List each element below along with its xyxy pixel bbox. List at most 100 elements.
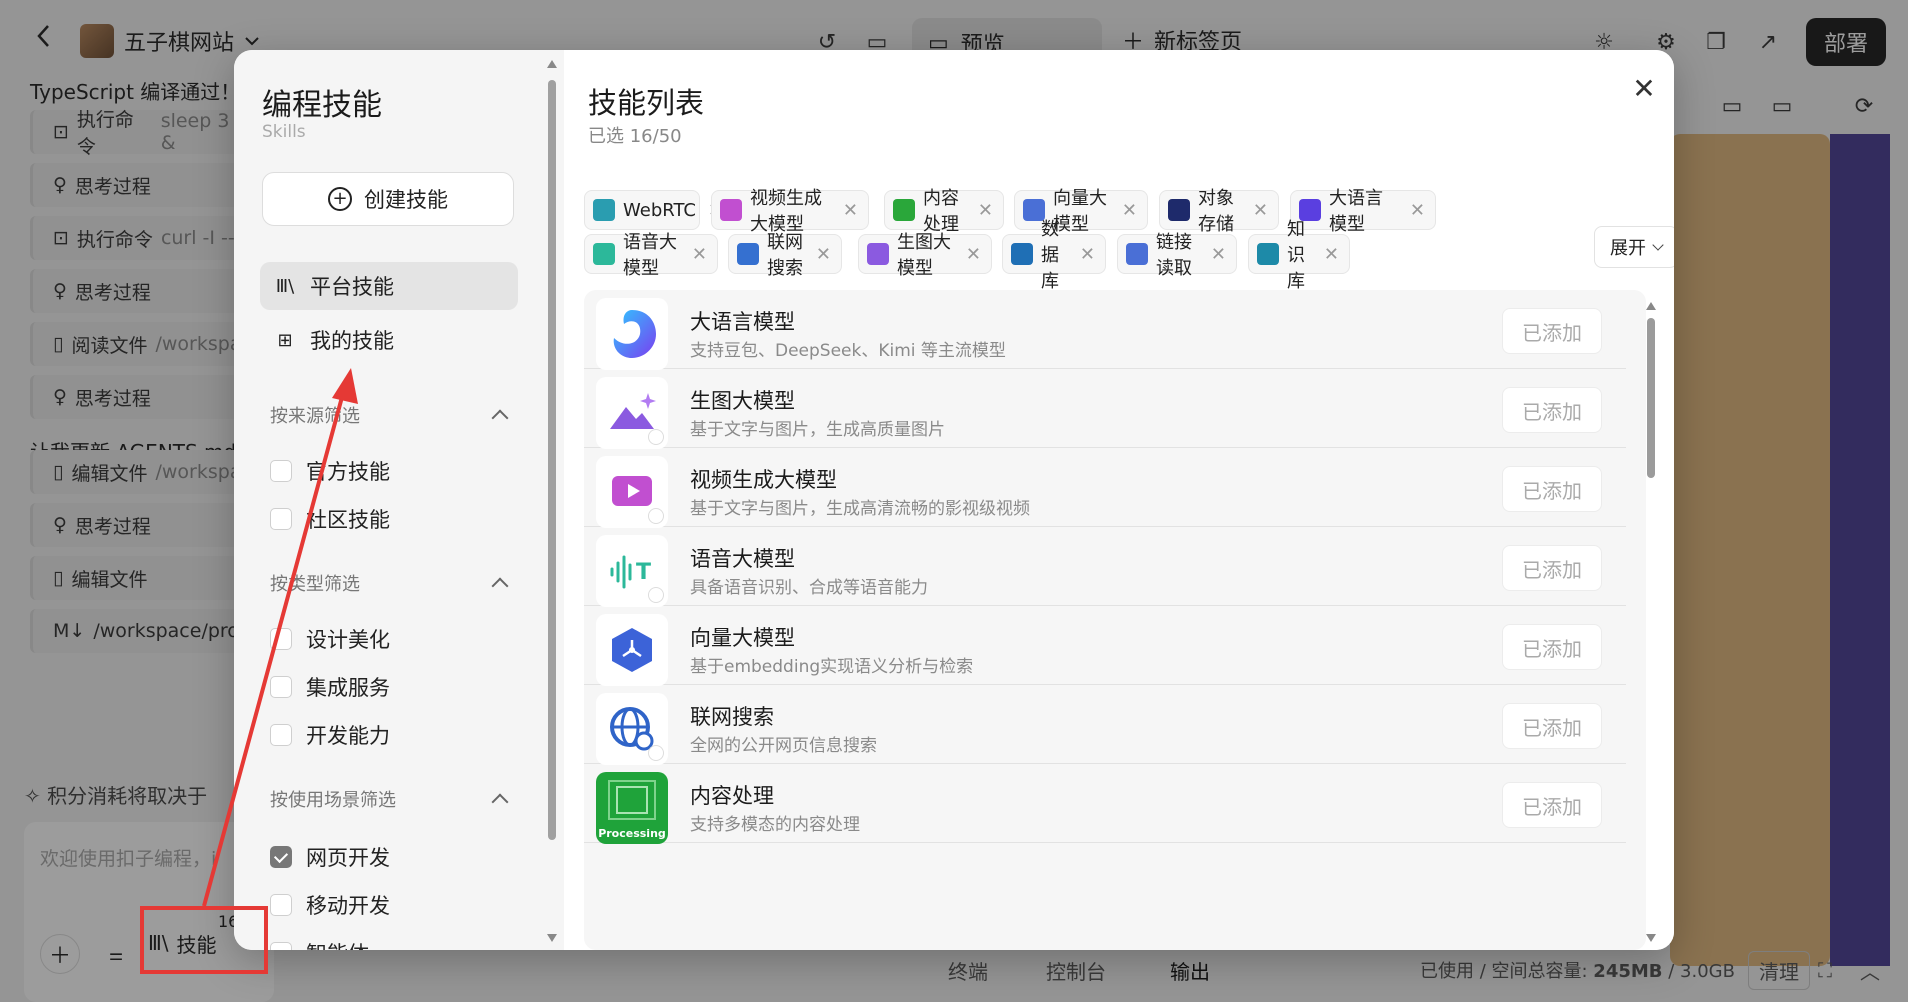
skill-row[interactable]: 大语言模型 支持豆包、DeepSeek、Kimi 等主流模型 已添加 — [584, 290, 1626, 370]
selected-count: 已选 16/50 — [588, 126, 682, 147]
sidebar-subtitle: Skills — [262, 122, 306, 142]
remove-tag-icon[interactable]: ✕ — [1410, 200, 1425, 221]
create-skill-label: 创建技能 — [364, 188, 448, 212]
checkbox[interactable] — [270, 942, 292, 950]
skill-row[interactable]: 视频生成大模型 基于文字与图片，生成高清流畅的影视级视频 已添加 — [584, 448, 1626, 528]
checkbox[interactable] — [270, 628, 292, 650]
sidebar-item-my-skills[interactable]: ⊞ 我的技能 — [260, 316, 518, 364]
web-search-icon — [596, 693, 668, 765]
provider-badge-icon — [648, 429, 664, 445]
filter-option-label: 移动开发 — [306, 894, 390, 918]
checkbox-checked[interactable] — [270, 846, 292, 868]
skill-tag-icon — [737, 243, 759, 265]
filter-option-dev[interactable]: 开发能力 — [270, 720, 390, 750]
sidebar-title: 编程技能 — [262, 88, 382, 123]
filter-type-header[interactable]: 按类型筛选 — [270, 570, 509, 596]
skill-added-button[interactable]: 已添加 — [1502, 466, 1602, 512]
skills-list-title: 技能列表 — [588, 86, 705, 120]
skill-tag[interactable]: 知识库 ✕ — [1248, 219, 1350, 292]
remove-tag-icon[interactable]: ✕ — [1080, 244, 1095, 265]
checkbox[interactable] — [270, 676, 292, 698]
skill-tag-label: 数据库 — [1041, 219, 1059, 292]
skill-tag-icon — [893, 199, 915, 221]
skill-description: 基于文字与图片，生成高清流畅的影视级视频 — [690, 499, 1030, 519]
checkbox[interactable] — [270, 508, 292, 530]
plus-square-icon: ⊞ — [277, 329, 293, 351]
close-icon[interactable]: ✕ — [1626, 70, 1662, 106]
filter-option-agent[interactable]: 智能体 — [270, 938, 369, 950]
skill-row[interactable]: T 语音大模型 具备语音识别、合成等语音能力 已添加 — [584, 527, 1626, 607]
skill-row[interactable]: Processing 内容处理 支持多模态的内容处理 已添加 — [584, 764, 1626, 844]
skill-tag-icon — [1168, 199, 1190, 221]
filter-option-official[interactable]: 官方技能 — [270, 456, 390, 486]
skill-description: 全网的公开网页信息搜索 — [690, 736, 877, 756]
skill-added-button[interactable]: 已添加 — [1502, 624, 1602, 670]
skill-tag[interactable]: WebRTC✕ — [584, 190, 723, 230]
sidebar-item-label: 平台技能 — [310, 275, 394, 299]
checkbox[interactable] — [270, 724, 292, 746]
chevron-up-icon — [491, 409, 509, 427]
skill-tag[interactable]: 视频生成大模型 ✕ — [711, 188, 869, 235]
remove-tag-icon[interactable]: ✕ — [978, 200, 993, 221]
skill-row[interactable]: 向量大模型 基于embedding实现语义分析与检索 已添加 — [584, 606, 1626, 686]
filter-option-web[interactable]: 网页开发 — [270, 842, 390, 872]
skill-tag[interactable]: 向量大模型 ✕ — [1014, 188, 1148, 235]
expand-tags-button[interactable]: 展开 — [1594, 226, 1674, 268]
filter-option-integration[interactable]: 集成服务 — [270, 672, 390, 702]
scroll-up-arrow-icon[interactable] — [547, 60, 557, 68]
library-icon: Ⅲ\ — [275, 275, 295, 297]
provider-badge-icon — [648, 508, 664, 524]
create-skill-button[interactable]: + 创建技能 — [262, 172, 514, 226]
scroll-up-arrow-icon[interactable] — [1646, 302, 1656, 310]
skill-tag[interactable]: 对象存储 ✕ — [1159, 188, 1279, 235]
checkbox[interactable] — [270, 460, 292, 482]
remove-tag-icon[interactable]: ✕ — [1211, 244, 1226, 265]
chevron-up-icon — [491, 793, 509, 811]
skill-title: 联网搜索 — [690, 705, 774, 729]
sidebar-item-platform-skills[interactable]: Ⅲ\ 平台技能 — [260, 262, 518, 310]
content-processing-icon: Processing — [596, 772, 668, 844]
remove-tag-icon[interactable]: ✕ — [843, 200, 858, 221]
image-gen-icon — [596, 377, 668, 449]
skill-added-button[interactable]: 已添加 — [1502, 545, 1602, 591]
sidebar-scroll-thumb[interactable] — [548, 80, 556, 840]
skill-tag[interactable]: 联网搜索 ✕ — [728, 232, 842, 279]
skill-tag-label: 生图大模型 — [897, 232, 951, 279]
skill-description: 基于embedding实现语义分析与检索 — [690, 657, 974, 677]
filter-option-community[interactable]: 社区技能 — [270, 504, 390, 534]
checkbox[interactable] — [270, 894, 292, 916]
remove-tag-icon[interactable]: ✕ — [1122, 200, 1137, 221]
filter-source-header[interactable]: 按来源筛选 — [270, 402, 509, 428]
filter-option-design[interactable]: 设计美化 — [270, 624, 390, 654]
filter-option-label: 社区技能 — [306, 508, 390, 532]
skill-tag[interactable]: 生图大模型 ✕ — [858, 232, 992, 279]
remove-tag-icon[interactable]: ✕ — [692, 244, 707, 265]
list-scroll-thumb[interactable] — [1647, 318, 1655, 478]
skill-tag[interactable]: 内容处理 ✕ — [884, 188, 1004, 235]
skill-tag[interactable]: 数据库 ✕ — [1002, 219, 1106, 292]
filter-option-mobile[interactable]: 移动开发 — [270, 890, 390, 920]
remove-tag-icon[interactable]: ✕ — [966, 244, 981, 265]
chevron-down-icon — [1652, 239, 1664, 251]
remove-tag-icon[interactable]: ✕ — [1253, 200, 1268, 221]
skill-tag[interactable]: 链接读取 ✕ — [1117, 232, 1237, 279]
chevron-up-icon — [491, 577, 509, 595]
remove-tag-icon[interactable]: ✕ — [816, 244, 831, 265]
skill-added-button[interactable]: 已添加 — [1502, 782, 1602, 828]
skill-tag-icon — [1126, 243, 1148, 265]
skill-tag-icon — [867, 243, 889, 265]
skill-tag[interactable]: 语音大模型 ✕ — [584, 232, 718, 279]
remove-tag-icon[interactable]: ✕ — [1324, 244, 1339, 265]
skill-description: 基于文字与图片，生成高质量图片 — [690, 420, 945, 440]
scroll-down-arrow-icon[interactable] — [1646, 934, 1656, 942]
skill-row[interactable]: 联网搜索全网的公开网页信息搜索 已添加 — [584, 685, 1626, 765]
processing-text: Processing — [598, 827, 666, 840]
scroll-down-arrow-icon[interactable] — [547, 934, 557, 942]
skill-tag-icon — [1257, 243, 1279, 265]
skill-tag-label: 语音大模型 — [623, 232, 677, 279]
skill-added-button[interactable]: 已添加 — [1502, 387, 1602, 433]
skill-row[interactable]: 生图大模型 基于文字与图片，生成高质量图片 已添加 — [584, 369, 1626, 449]
skill-added-button[interactable]: 已添加 — [1502, 308, 1602, 354]
filter-scene-header[interactable]: 按使用场景筛选 — [270, 786, 509, 812]
skill-added-button[interactable]: 已添加 — [1502, 703, 1602, 749]
